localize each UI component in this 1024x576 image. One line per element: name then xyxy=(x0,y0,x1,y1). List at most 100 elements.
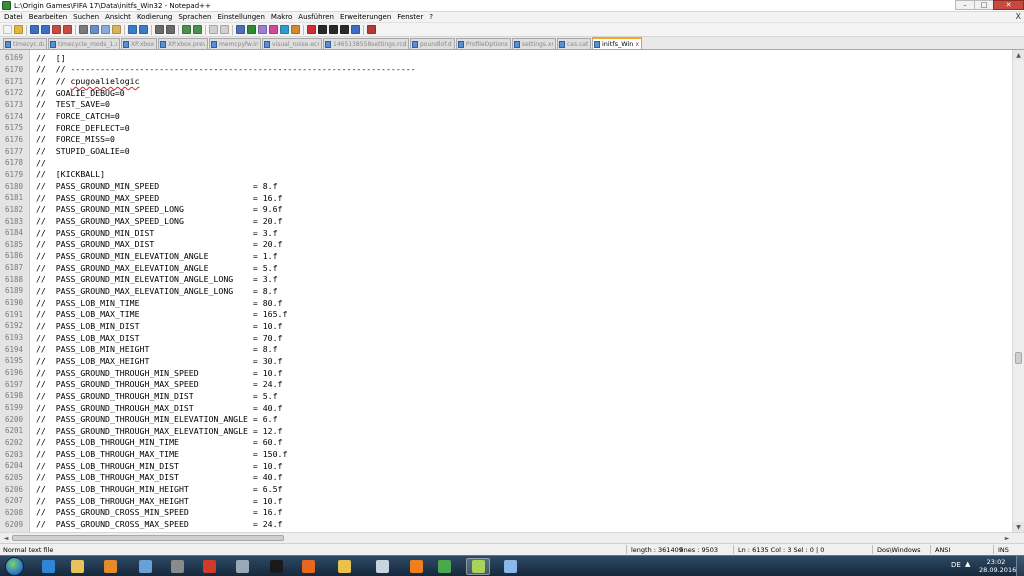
editor-area[interactable]: 6169 // [] 6170 // // ---------------------… xyxy=(0,50,1012,532)
code-line[interactable]: 6180 // PASS_GROUND_MIN_SPEED = 8.f xyxy=(0,180,1012,192)
code-line[interactable]: 6191 // PASS_LOB_MAX_TIME = 165.f xyxy=(0,308,1012,320)
code-line[interactable]: 6187 // PASS_GROUND_MAX_ELEVATION_ANGLE =… xyxy=(0,262,1012,274)
tab-2[interactable]: XP.xbox xyxy=(121,38,157,49)
save-macro-icon[interactable] xyxy=(351,25,360,34)
menu-sprachen[interactable]: Sprachen xyxy=(176,13,215,21)
taskbar-scanner-button[interactable] xyxy=(370,558,394,575)
taskbar-media-player-button[interactable] xyxy=(98,558,122,575)
menu-einstellungen[interactable]: Einstellungen xyxy=(215,13,268,21)
menu-bearbeiten[interactable]: Bearbeiten xyxy=(27,13,71,21)
maximize-button[interactable]: □ xyxy=(974,0,994,10)
tab-10[interactable]: cas.cat xyxy=(557,38,591,49)
code-line[interactable]: 6182 // PASS_GROUND_MIN_SPEED_LONG = 9.6f xyxy=(0,204,1012,216)
taskbar-chrome-button[interactable] xyxy=(197,558,221,575)
status-eol[interactable]: Dos\Windows xyxy=(877,546,921,554)
code-line[interactable]: 6176 // FORCE_MISS=0 xyxy=(0,134,1012,146)
menu-datei[interactable]: Datei xyxy=(2,13,27,21)
indent-guide-icon[interactable] xyxy=(258,25,267,34)
tab-9[interactable]: settings.xml xyxy=(512,38,556,49)
code-line[interactable]: 6204 // PASS_LOB_THROUGH_MIN_DIST = 10.f xyxy=(0,460,1012,472)
taskbar-notepad-plus-plus-button[interactable] xyxy=(466,558,490,575)
code-line[interactable]: 6190 // PASS_LOB_MIN_TIME = 80.f xyxy=(0,297,1012,309)
taskbar-green-app-button[interactable] xyxy=(432,558,456,575)
udl-icon[interactable] xyxy=(269,25,278,34)
close-all-icon[interactable] xyxy=(63,25,72,34)
code-line[interactable]: 6178 // xyxy=(0,157,1012,169)
taskbar-origin-button[interactable] xyxy=(404,558,428,575)
title-bar[interactable]: L:\Origin Games\FIFA 17\Data\initfs_Win3… xyxy=(0,0,1024,12)
function-list-icon[interactable] xyxy=(291,25,300,34)
code-line[interactable]: 6196 // PASS_GROUND_THROUGH_MIN_SPEED = 1… xyxy=(0,367,1012,379)
code-line[interactable]: 6174 // FORCE_CATCH=0 xyxy=(0,110,1012,122)
code-line[interactable]: 6198 // PASS_GROUND_THROUGH_MIN_DIST = 5.… xyxy=(0,390,1012,402)
close-icon[interactable] xyxy=(52,25,61,34)
code-line[interactable]: 6195 // PASS_LOB_MAX_HEIGHT = 30.f xyxy=(0,355,1012,367)
menu-help[interactable]: ? xyxy=(427,13,437,21)
word-wrap-icon[interactable] xyxy=(236,25,245,34)
code-line[interactable]: 6208 // PASS_GROUND_CROSS_MIN_SPEED = 16.… xyxy=(0,507,1012,519)
code-line[interactable]: 6173 // TEST_SAVE=0 xyxy=(0,99,1012,111)
code-line[interactable]: 6175 // FORCE_DEFLECT=0 xyxy=(0,122,1012,134)
code-line[interactable]: 6186 // PASS_GROUND_MIN_ELEVATION_ANGLE =… xyxy=(0,250,1012,262)
redo-icon[interactable] xyxy=(139,25,148,34)
horizontal-scrollbar[interactable]: ◄ ► xyxy=(0,532,1024,543)
vertical-scroll-thumb[interactable] xyxy=(1015,352,1022,364)
tab-7[interactable]: poundlof.dll xyxy=(410,38,455,49)
code-line[interactable]: 6209 // PASS_GROUND_CROSS_MAX_SPEED = 24.… xyxy=(0,518,1012,530)
code-line[interactable]: 6177 // STUPID_GOALIE=0 xyxy=(0,145,1012,157)
code-line[interactable]: 6185 // PASS_GROUND_MAX_DIST = 20.f xyxy=(0,239,1012,251)
code-line[interactable]: 6189 // PASS_GROUND_MAX_ELEVATION_ANGLE_L… xyxy=(0,285,1012,297)
sync-h-icon[interactable] xyxy=(220,25,229,34)
stop-macro-icon[interactable] xyxy=(318,25,327,34)
abc-spellcheck-icon[interactable] xyxy=(367,25,376,34)
code-line[interactable]: 6172 // GOALIE_DEBUG=0 xyxy=(0,87,1012,99)
scroll-down-arrow-icon[interactable]: ▼ xyxy=(1013,522,1024,532)
tab-1[interactable]: timecycle_mods_1.xml xyxy=(48,38,120,49)
code-line[interactable]: 6171 // // cpugoalielogic xyxy=(0,75,1012,87)
menu-fenster[interactable]: Fenster xyxy=(395,13,427,21)
record-macro-icon[interactable] xyxy=(307,25,316,34)
code-line[interactable]: 6169 // [] xyxy=(0,52,1012,64)
scroll-up-arrow-icon[interactable]: ▲ xyxy=(1013,50,1024,60)
code-line[interactable]: 6184 // PASS_GROUND_MIN_DIST = 3.f xyxy=(0,227,1012,239)
tab-5[interactable]: visual_noise.ecr xyxy=(262,38,322,49)
code-line[interactable]: 6206 // PASS_LOB_THROUGH_MIN_HEIGHT = 6.5… xyxy=(0,483,1012,495)
new-file-icon[interactable] xyxy=(3,25,12,34)
scroll-left-arrow-icon[interactable]: ◄ xyxy=(1,533,11,543)
menu-ausfuehren[interactable]: Ausführen xyxy=(296,13,338,21)
code-line[interactable]: 6192 // PASS_LOB_MIN_DIST = 10.f xyxy=(0,320,1012,332)
code-line[interactable]: 6199 // PASS_GROUND_THROUGH_MAX_DIST = 40… xyxy=(0,402,1012,414)
zoom-out-icon[interactable] xyxy=(193,25,202,34)
taskbar-network-button[interactable] xyxy=(133,558,157,575)
tray-expand-icon[interactable]: ▲ xyxy=(965,560,970,568)
vertical-scrollbar[interactable]: ▲ ▼ xyxy=(1012,50,1024,532)
open-file-icon[interactable] xyxy=(14,25,23,34)
scroll-right-arrow-icon[interactable]: ► xyxy=(1002,533,1012,543)
cut-icon[interactable] xyxy=(90,25,99,34)
code-line[interactable]: 6203 // PASS_LOB_THROUGH_MAX_TIME = 150.f xyxy=(0,448,1012,460)
code-line[interactable]: 6183 // PASS_GROUND_MAX_SPEED_LONG = 20.f xyxy=(0,215,1012,227)
copy-icon[interactable] xyxy=(101,25,110,34)
code-line[interactable]: 6188 // PASS_GROUND_MIN_ELEVATION_ANGLE_L… xyxy=(0,273,1012,285)
tab-0[interactable]: timecyc.dat xyxy=(3,38,47,49)
language-indicator[interactable]: DE xyxy=(951,561,961,569)
menu-ansicht[interactable]: Ansicht xyxy=(103,13,135,21)
taskbar-internet-explorer-button[interactable] xyxy=(36,558,60,575)
zoom-in-icon[interactable] xyxy=(182,25,191,34)
horizontal-scroll-thumb[interactable] xyxy=(12,535,284,541)
save-all-icon[interactable] xyxy=(41,25,50,34)
code-line[interactable]: 6194 // PASS_LOB_MIN_HEIGHT = 8.f xyxy=(0,343,1012,355)
minimize-button[interactable]: – xyxy=(955,0,975,10)
taskbar-virtualbox-button[interactable] xyxy=(230,558,254,575)
replace-icon[interactable] xyxy=(166,25,175,34)
code-line[interactable]: 6205 // PASS_LOB_THROUGH_MAX_DIST = 40.f xyxy=(0,472,1012,484)
doc-map-icon[interactable] xyxy=(280,25,289,34)
show-desktop-button[interactable] xyxy=(1016,556,1024,576)
find-icon[interactable] xyxy=(155,25,164,34)
taskbar-file-explorer-button[interactable] xyxy=(65,558,89,575)
status-insert-mode[interactable]: INS xyxy=(998,546,1009,554)
taskbar-gamepad-button[interactable] xyxy=(264,558,288,575)
code-line[interactable]: 6193 // PASS_LOB_MAX_DIST = 70.f xyxy=(0,332,1012,344)
all-chars-icon[interactable] xyxy=(247,25,256,34)
code-line[interactable]: 6202 // PASS_LOB_THROUGH_MIN_TIME = 60.f xyxy=(0,437,1012,449)
